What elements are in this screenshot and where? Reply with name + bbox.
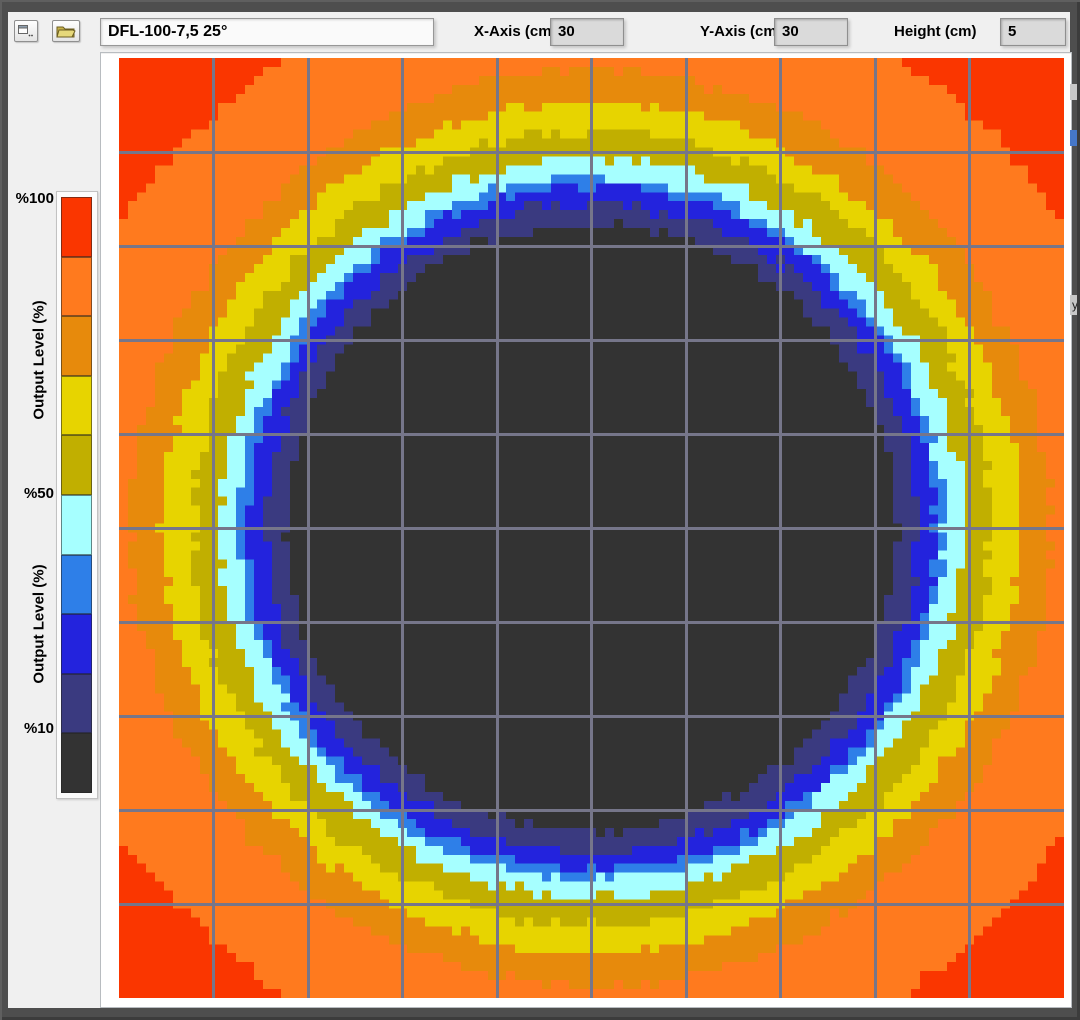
dock-panel-icon [17,23,35,39]
legend-axis-label-upper: Output Level (%) [31,300,48,419]
legend-backing [56,191,98,799]
background-window-edge [1070,84,1080,100]
legend-swatches [61,197,92,793]
background-window-tab: y [1070,295,1080,315]
legend-swatch [61,376,92,436]
legend-swatch [61,435,92,495]
legend-swatch [61,197,92,257]
legend-axis-label-lower: Output Level (%) [31,564,48,683]
legend-swatch [61,316,92,376]
app-panel: DFL-100-7,5 25° X-Axis (cm) 30 Y-Axis (c… [8,12,1070,1008]
intensity-map [119,58,1064,998]
legend-tick-10: %10 [8,720,54,737]
legend-tick-50: %50 [8,485,54,502]
legend-swatch [61,555,92,615]
y-axis-value[interactable]: 30 [774,18,848,46]
height-label: Height (cm) [894,18,977,46]
background-window-tab-label: y [1072,298,1078,312]
x-axis-label: X-Axis (cm) [474,18,557,46]
heatmap-canvas [119,58,1064,998]
background-window-accent [1070,130,1080,146]
plot-panel [100,52,1072,1008]
open-file-button[interactable] [52,20,80,42]
legend-swatch [61,674,92,734]
x-axis-value[interactable]: 30 [550,18,624,46]
dock-panel-button[interactable] [14,20,38,42]
height-value[interactable]: 5 [1000,18,1066,46]
legend-swatch [61,495,92,555]
device-name-text: DFL-100-7,5 25° [108,23,227,40]
legend-swatch [61,733,92,793]
legend-tick-100: %100 [8,190,54,207]
y-axis-label: Y-Axis (cm) [700,18,782,46]
legend-swatch [61,257,92,317]
device-name-display[interactable]: DFL-100-7,5 25° [100,18,434,46]
open-folder-icon [56,24,76,39]
legend-swatch [61,614,92,674]
